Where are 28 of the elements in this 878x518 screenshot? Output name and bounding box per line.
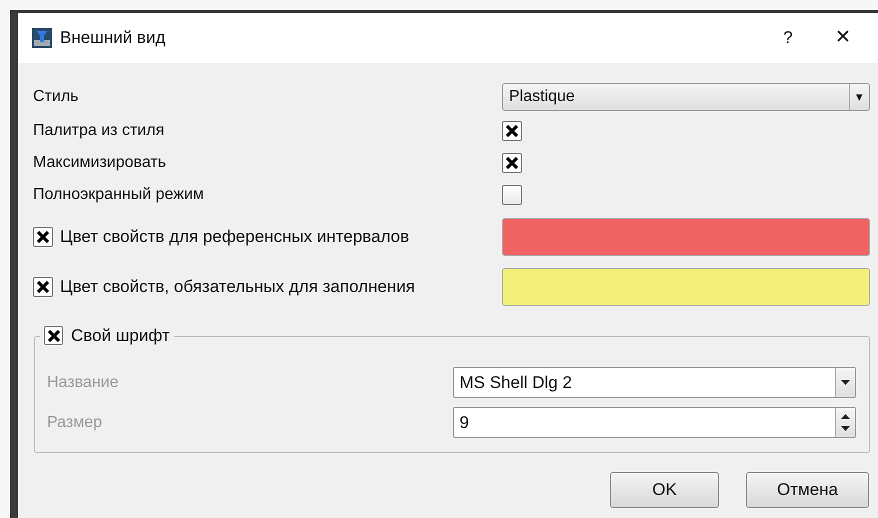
checkbox[interactable]: [33, 227, 53, 247]
checkbox[interactable]: [502, 153, 522, 173]
name-label: Название: [47, 372, 120, 392]
color-swatch[interactable]: [502, 268, 870, 306]
checkbox[interactable]: [502, 121, 522, 141]
size-spinbox[interactable]: 9: [452, 407, 856, 438]
close-button[interactable]: ✕: [808, 24, 878, 52]
color-swatch[interactable]: [502, 218, 870, 256]
option-label: Палитра из стиля: [33, 121, 166, 141]
option-label: Цвет свойств для референсных интервалов: [60, 226, 410, 248]
checkbox[interactable]: [44, 326, 63, 346]
style-label: Стиль: [33, 87, 80, 107]
option-label: Максимизировать: [33, 153, 168, 173]
help-button[interactable]: ?: [768, 25, 808, 51]
app-icon: [32, 28, 52, 48]
dropdown-arrow-icon: [841, 380, 850, 385]
spin-arrows-icon: [841, 413, 850, 432]
size-label: Размер: [47, 412, 103, 432]
checkbox[interactable]: [502, 185, 522, 205]
window-title: Внешний вид: [60, 27, 166, 50]
style-dropdown[interactable]: Plastique ▾: [502, 83, 870, 111]
checkbox[interactable]: [33, 277, 53, 297]
font-dropdown[interactable]: MS Shell Dlg 2: [452, 367, 856, 398]
option-label: Полноэкранный режим: [33, 185, 205, 205]
cancel-button[interactable]: Отмена: [746, 472, 869, 508]
option-label: Цвет свойств, обязательных для заполнения: [60, 276, 416, 298]
group-title: Свой шрифт: [71, 325, 170, 347]
ok-button[interactable]: OK: [610, 472, 719, 508]
